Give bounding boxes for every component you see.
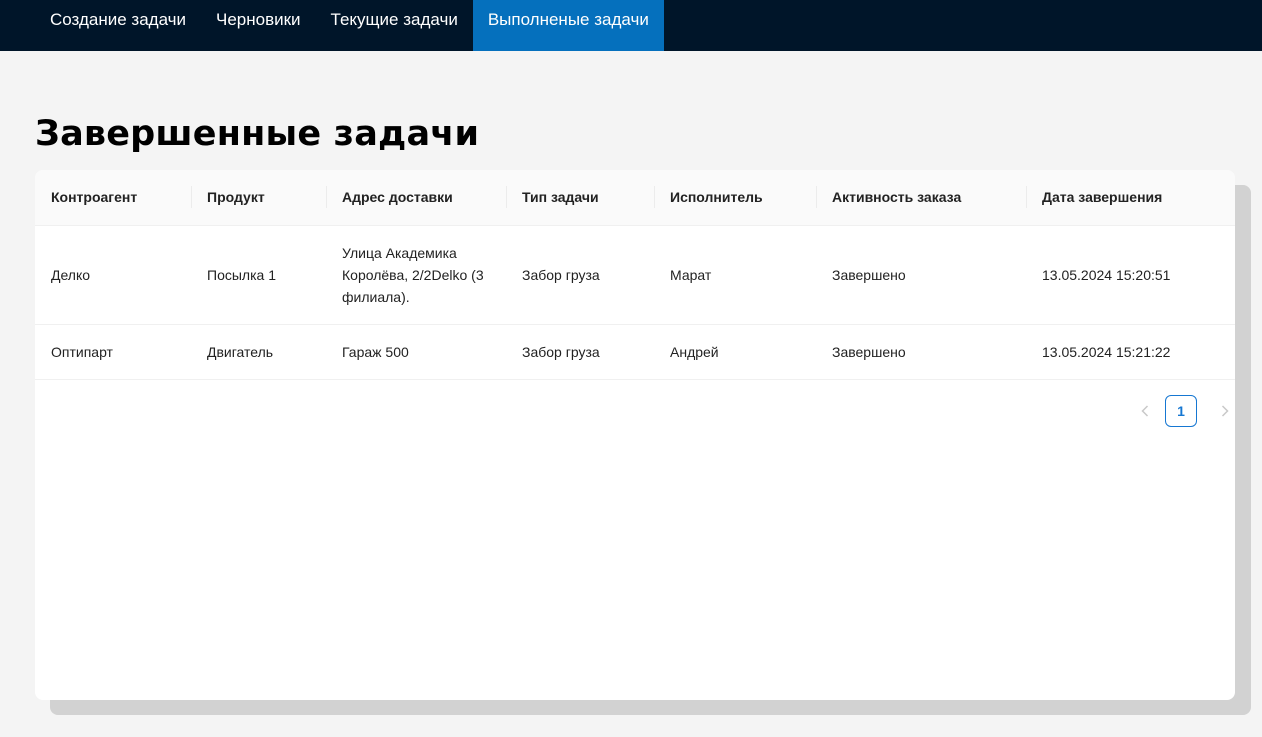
cell-product: Посылка 1 <box>191 225 326 325</box>
column-header-order-activity: Активность заказа <box>816 170 1026 226</box>
column-header-executor: Исполнитель <box>654 170 816 226</box>
page-title: Завершенные задачи <box>35 114 480 154</box>
column-header-task-type: Тип задачи <box>506 170 654 226</box>
cell-executor: Марат <box>654 225 816 325</box>
pagination-page-current[interactable]: 1 <box>1165 395 1197 427</box>
cell-task-type: Забор груза <box>506 324 654 380</box>
cell-product: Двигатель <box>191 324 326 380</box>
table-header-row: Контроагент Продукт Адрес доставки Тип з… <box>35 170 1235 226</box>
cell-task-type: Забор груза <box>506 225 654 325</box>
column-header-completion-date: Дата завершения <box>1026 170 1235 226</box>
table-row[interactable]: Делко Посылка 1 Улица Академика Королёва… <box>35 225 1235 325</box>
column-header-counterparty: Контроагент <box>35 170 191 226</box>
nav-item-create-task[interactable]: Создание задачи <box>35 0 201 51</box>
nav-item-current-tasks[interactable]: Текущие задачи <box>316 0 473 51</box>
cell-counterparty: Делко <box>35 225 191 325</box>
table-row[interactable]: Оптипарт Двигатель Гараж 500 Забор груза… <box>35 324 1235 380</box>
cell-counterparty: Оптипарт <box>35 324 191 380</box>
cell-completion-date: 13.05.2024 15:21:22 <box>1026 324 1235 380</box>
top-navigation: Создание задачи Черновики Текущие задачи… <box>0 0 1262 51</box>
chevron-right-icon[interactable] <box>1215 395 1235 427</box>
cell-delivery-address: Гараж 500 <box>326 324 506 380</box>
cell-order-activity: Завершено <box>816 324 1026 380</box>
nav-item-completed-tasks[interactable]: Выполненые задачи <box>472 0 664 51</box>
chevron-left-icon[interactable] <box>1129 395 1161 427</box>
column-header-product: Продукт <box>191 170 326 226</box>
cell-executor: Андрей <box>654 324 816 380</box>
nav-item-drafts[interactable]: Черновики <box>201 0 316 51</box>
column-header-delivery-address: Адрес доставки <box>326 170 506 226</box>
cell-completion-date: 13.05.2024 15:20:51 <box>1026 225 1235 325</box>
cell-order-activity: Завершено <box>816 225 1026 325</box>
pagination: 1 <box>1129 395 1235 427</box>
tasks-table-card: Контроагент Продукт Адрес доставки Тип з… <box>35 170 1235 700</box>
completed-tasks-table: Контроагент Продукт Адрес доставки Тип з… <box>35 170 1235 380</box>
cell-delivery-address: Улица Академика Королёва, 2/2Delko (3 фи… <box>326 225 506 325</box>
